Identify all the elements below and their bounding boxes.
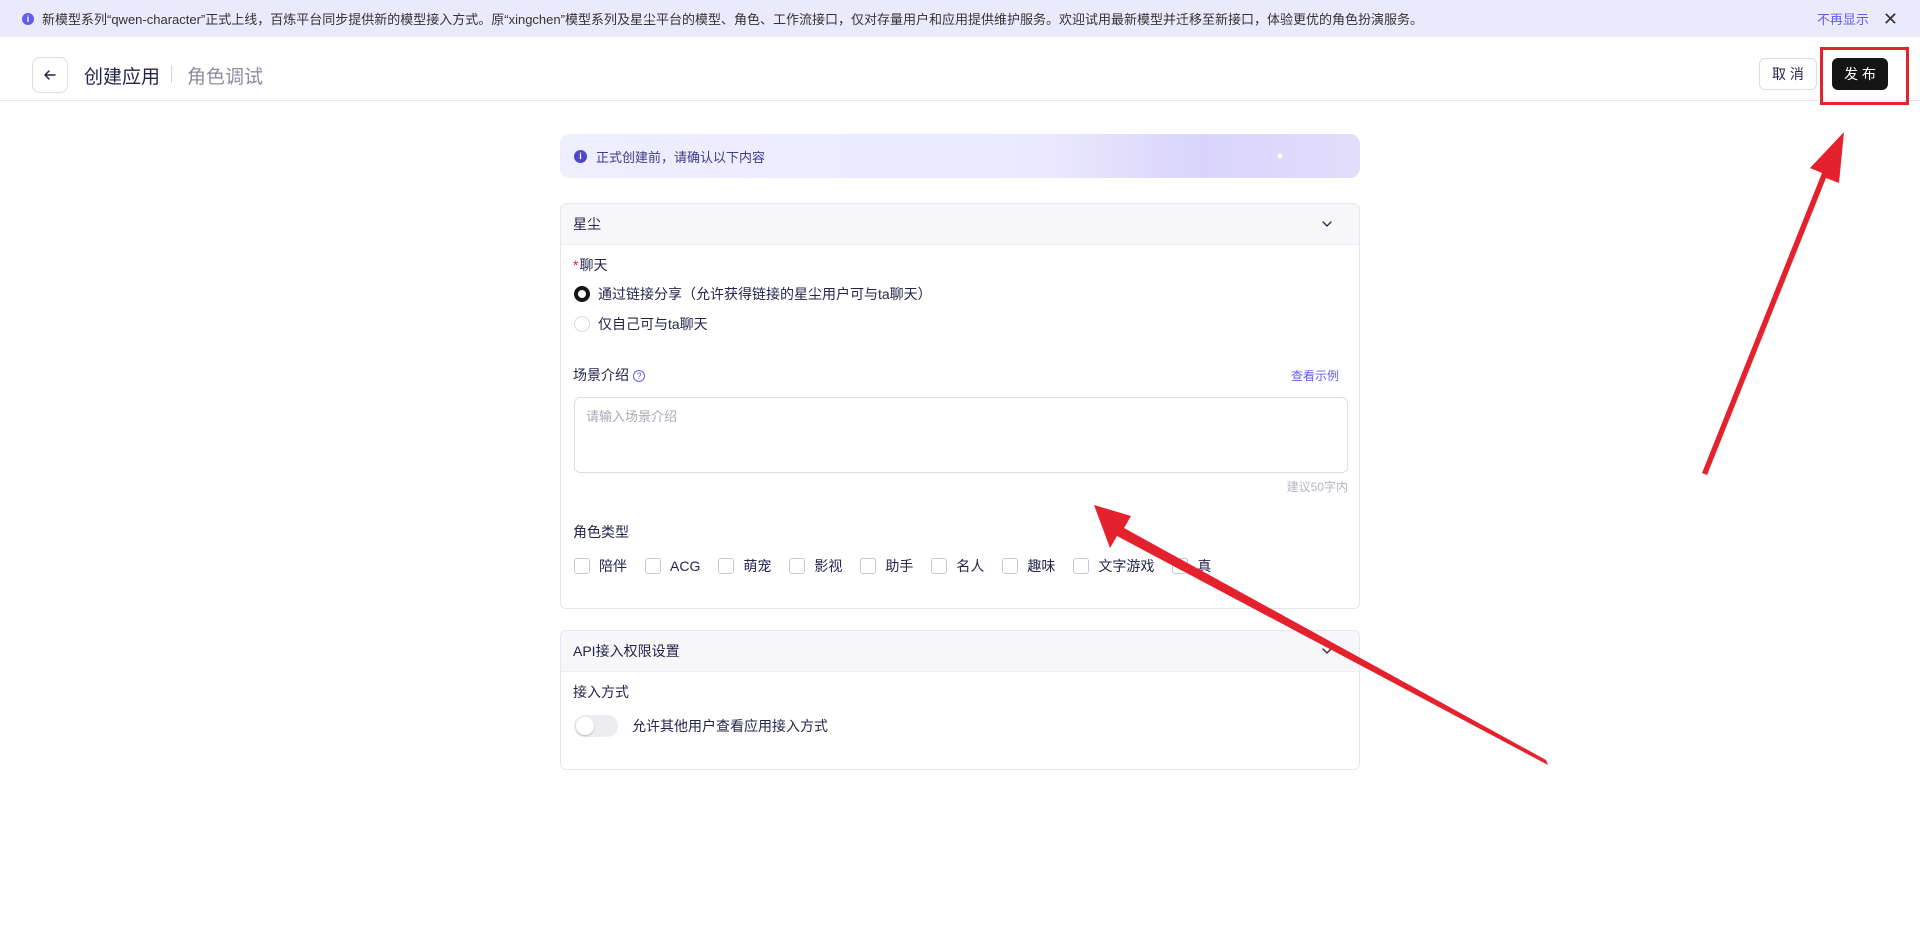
chat-label: *聊天	[573, 255, 607, 275]
scene-intro-label-text: 场景介绍	[573, 367, 629, 383]
role-type-option-label: 名人	[956, 558, 985, 574]
access-toggle[interactable]	[574, 715, 618, 737]
notice-bar: i 新模型系列“qwen-character”正式上线，百炼平台同步提供新的模型…	[0, 0, 1920, 37]
toggle-knob	[576, 717, 594, 735]
checkbox[interactable]	[789, 558, 806, 574]
api-card-header[interactable]: API接入权限设置	[561, 631, 1359, 672]
xingchen-card: 星尘 *聊天 通过链接分享（允许获得链接的星尘用户可与ta聊天） 仅自己可与ta…	[560, 203, 1360, 609]
required-mark: *	[573, 257, 579, 273]
help-icon[interactable]: ?	[633, 370, 645, 383]
role-type-option[interactable]: 陪伴	[574, 556, 627, 576]
role-type-option[interactable]: 文字游戏	[1073, 556, 1154, 576]
role-type-option-label: 助手	[885, 558, 914, 574]
radio-label: 通过链接分享（允许获得链接的星尘用户可与ta聊天）	[598, 286, 932, 302]
chevron-down-icon	[1322, 221, 1332, 227]
role-type-option-label: 陪伴	[599, 558, 627, 574]
role-type-option[interactable]: 名人	[931, 556, 984, 576]
role-type-option-label: ACG	[670, 558, 701, 574]
checkbox[interactable]	[574, 558, 590, 574]
view-example-link[interactable]: 查看示例	[1291, 367, 1339, 384]
radio-share-link[interactable]: 通过链接分享（允许获得链接的星尘用户可与ta聊天）	[574, 284, 932, 304]
dismiss-notice-link[interactable]: 不再显示	[1817, 9, 1869, 28]
arrow-left-icon	[44, 70, 56, 80]
chevron-down-icon	[1322, 648, 1332, 654]
role-type-option[interactable]: 影视	[789, 556, 842, 576]
checkbox[interactable]	[1002, 558, 1019, 574]
publish-button[interactable]: 发 布	[1832, 58, 1888, 90]
role-type-option[interactable]: 趣味	[1002, 556, 1055, 576]
scene-intro-label: 场景介绍?	[573, 365, 645, 385]
role-type-checkboxes: 陪伴 ACG 萌宠 影视 助手 名人 趣味 文字游戏 真	[574, 556, 1229, 576]
role-type-label: 角色类型	[573, 524, 629, 540]
info-icon: i	[574, 149, 587, 163]
arrow-to-publish	[1702, 132, 1844, 475]
radio-self-only[interactable]: 仅自己可与ta聊天	[574, 314, 708, 334]
tip-text: 正式创建前，请确认以下内容	[596, 149, 766, 165]
page-subtitle: 角色调试	[187, 67, 264, 88]
access-method-label: 接入方式	[573, 684, 629, 700]
api-card-title: API接入权限设置	[573, 643, 680, 659]
title-divider	[171, 65, 172, 83]
close-icon[interactable]: ✕	[1883, 10, 1898, 28]
page-title: 创建应用	[84, 67, 161, 88]
role-type-option-label: 真	[1197, 558, 1212, 574]
checkbox[interactable]	[645, 558, 661, 574]
checkbox[interactable]	[860, 558, 877, 574]
api-permission-card: API接入权限设置 接入方式 允许其他用户查看应用接入方式	[560, 630, 1360, 770]
radio-button[interactable]	[574, 316, 590, 332]
page-header: 创建应用 角色调试 取 消 发 布	[0, 37, 1920, 105]
chat-label-text: 聊天	[579, 257, 608, 273]
notice-text: 新模型系列“qwen-character”正式上线，百炼平台同步提供新的模型接入…	[42, 12, 1423, 27]
xingchen-card-title: 星尘	[573, 216, 601, 232]
role-type-option[interactable]: 真	[1172, 556, 1211, 576]
sparkle-decoration	[1260, 144, 1300, 168]
role-type-option[interactable]: 萌宠	[718, 556, 771, 576]
role-type-option-label: 萌宠	[743, 558, 772, 574]
scene-intro-input[interactable]	[574, 397, 1348, 473]
checkbox[interactable]	[1172, 558, 1189, 574]
access-toggle-label: 允许其他用户查看应用接入方式	[632, 718, 828, 734]
xingchen-card-header[interactable]: 星尘	[561, 204, 1359, 245]
info-icon: i	[22, 12, 34, 25]
back-button[interactable]	[32, 57, 68, 93]
scene-intro-hint: 建议50字内	[1286, 480, 1348, 494]
checkbox[interactable]	[931, 558, 948, 574]
radio-label: 仅自己可与ta聊天	[598, 316, 708, 332]
role-type-option-label: 文字游戏	[1098, 558, 1155, 574]
role-type-option-label: 趣味	[1027, 558, 1056, 574]
cancel-button[interactable]: 取 消	[1759, 58, 1817, 90]
role-type-option[interactable]: 助手	[860, 556, 913, 576]
checkbox[interactable]	[718, 558, 735, 574]
radio-button-selected[interactable]	[574, 286, 590, 302]
role-type-option[interactable]: ACG	[645, 558, 700, 574]
role-type-option-label: 影视	[814, 558, 843, 574]
checkbox[interactable]	[1073, 558, 1090, 574]
confirm-tip-banner: i 正式创建前，请确认以下内容	[560, 134, 1360, 178]
